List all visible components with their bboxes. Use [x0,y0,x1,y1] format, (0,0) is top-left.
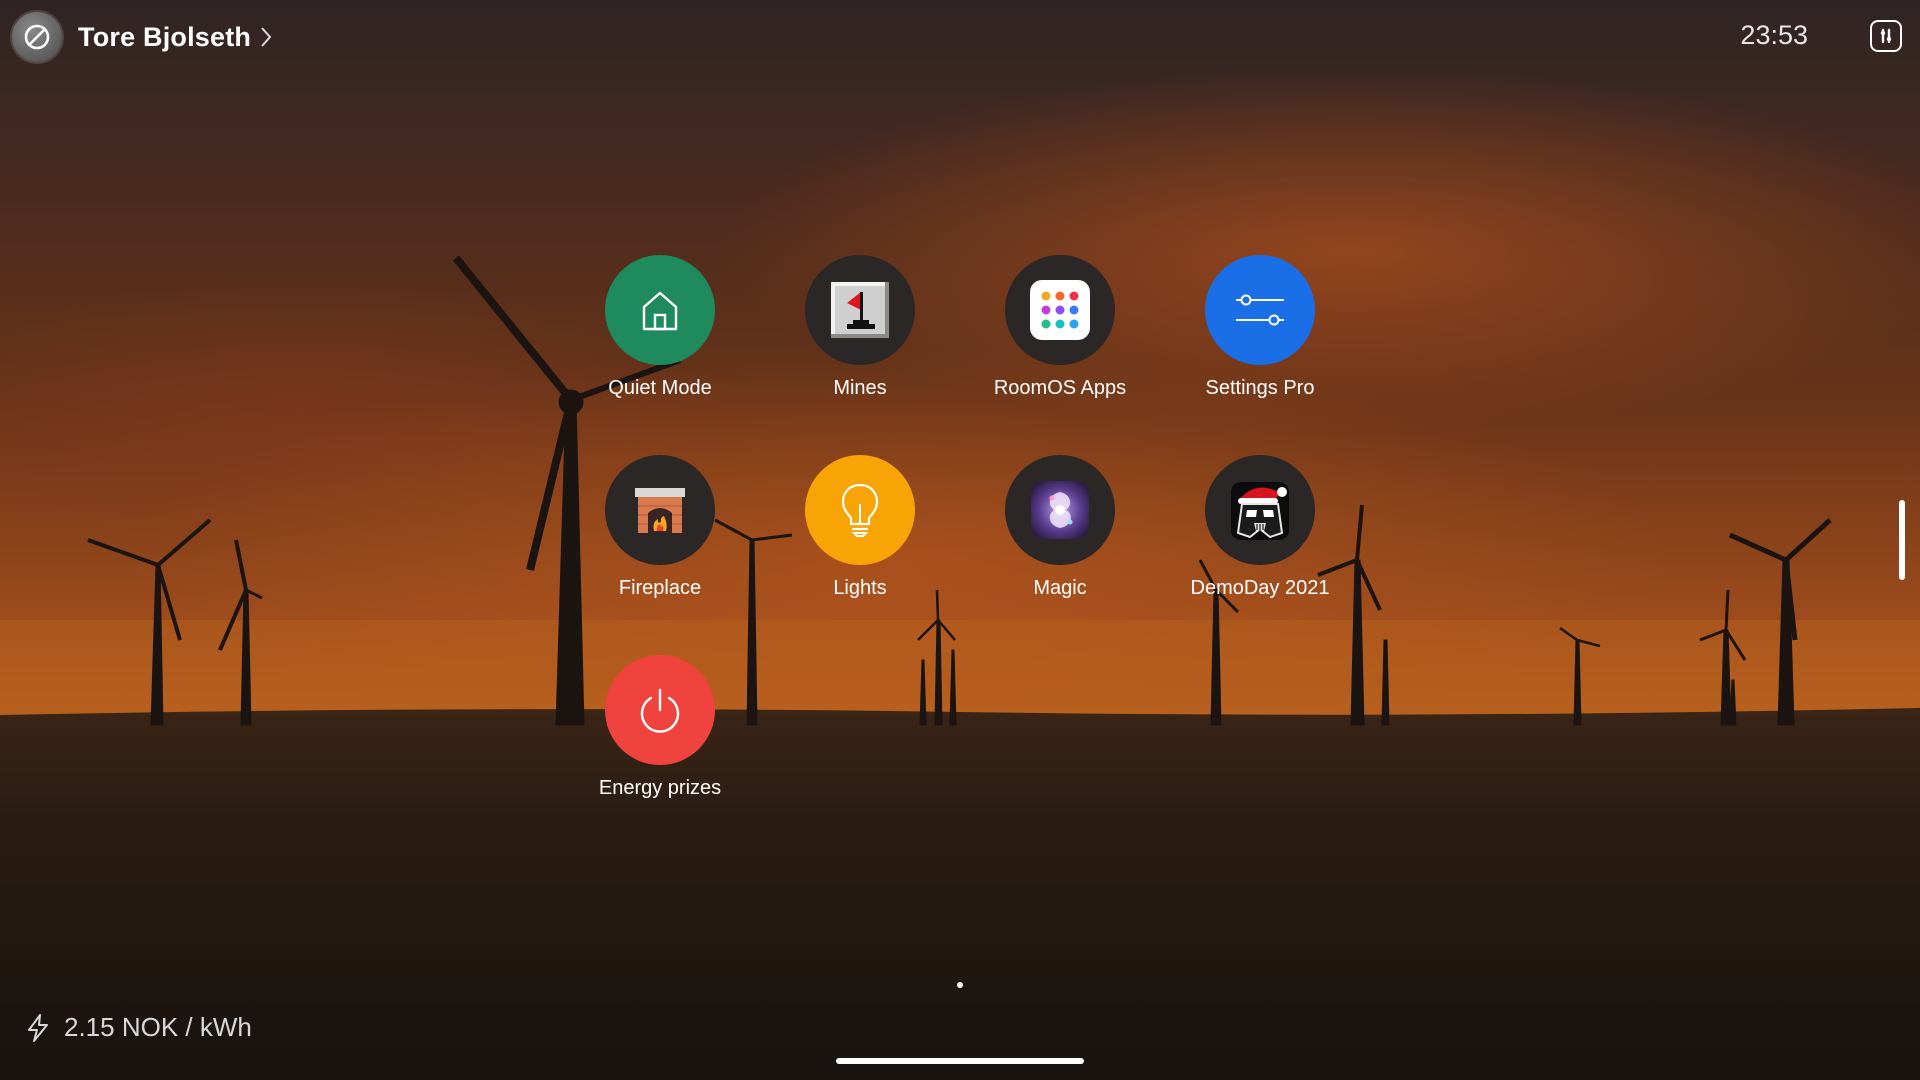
darth-vader-santa-icon [1231,482,1289,540]
app-label: Quiet Mode [608,377,712,399]
app-fireplace-circle[interactable] [605,455,715,565]
app-quiet-mode[interactable]: Quiet Mode [570,255,750,425]
home-bar[interactable] [836,1058,1084,1064]
app-label: Lights [833,577,887,599]
app-roomos-apps[interactable]: RoomOS Apps [970,255,1150,425]
energy-price-widget: 2.15 NOK / kWh [26,1012,252,1043]
app-label: Magic [1033,577,1087,599]
app-grid: Quiet Mode Mines RoomOS Apps Settings Pr… [0,0,1920,1080]
app-magic-circle[interactable] [1005,455,1115,565]
app-settings-pro-circle[interactable] [1205,255,1315,365]
app-lights-circle[interactable] [805,455,915,565]
app-roomos-apps-circle[interactable] [1005,255,1115,365]
energy-price-text: 2.15 NOK / kWh [64,1012,252,1042]
app-label: Mines [833,377,887,399]
power-icon [640,688,680,733]
app-label: Settings Pro [1205,377,1315,399]
app-magic[interactable]: Magic [970,455,1150,625]
home-icon [642,291,678,331]
app-energy-prizes-circle[interactable] [605,655,715,765]
app-label: Energy prizes [598,777,722,799]
app-demoday-2021-circle[interactable] [1205,455,1315,565]
app-label: Fireplace [618,577,702,599]
app-quiet-mode-circle[interactable] [605,255,715,365]
magic-swirl-icon [1031,481,1089,539]
app-mines[interactable]: Mines [770,255,950,425]
app-energy-prizes[interactable]: Energy prizes [570,655,750,825]
scroll-indicator [1899,500,1905,580]
app-settings-pro[interactable]: Settings Pro [1170,255,1350,425]
app-label: RoomOS Apps [993,377,1127,399]
page-indicator-dot [957,982,963,988]
lightning-icon [28,1013,48,1042]
app-mines-circle[interactable] [805,255,915,365]
app-label: DemoDay 2021 [1190,577,1330,599]
sliders-icon [1236,294,1284,326]
minesweeper-flag-icon [831,282,889,338]
app-lights[interactable]: Lights [770,455,950,625]
app-grid-icon [1030,280,1090,340]
app-demoday-2021[interactable]: DemoDay 2021 [1170,455,1350,625]
app-fireplace[interactable]: Fireplace [570,455,750,625]
lightbulb-icon [841,483,879,537]
fireplace-icon [635,488,685,533]
